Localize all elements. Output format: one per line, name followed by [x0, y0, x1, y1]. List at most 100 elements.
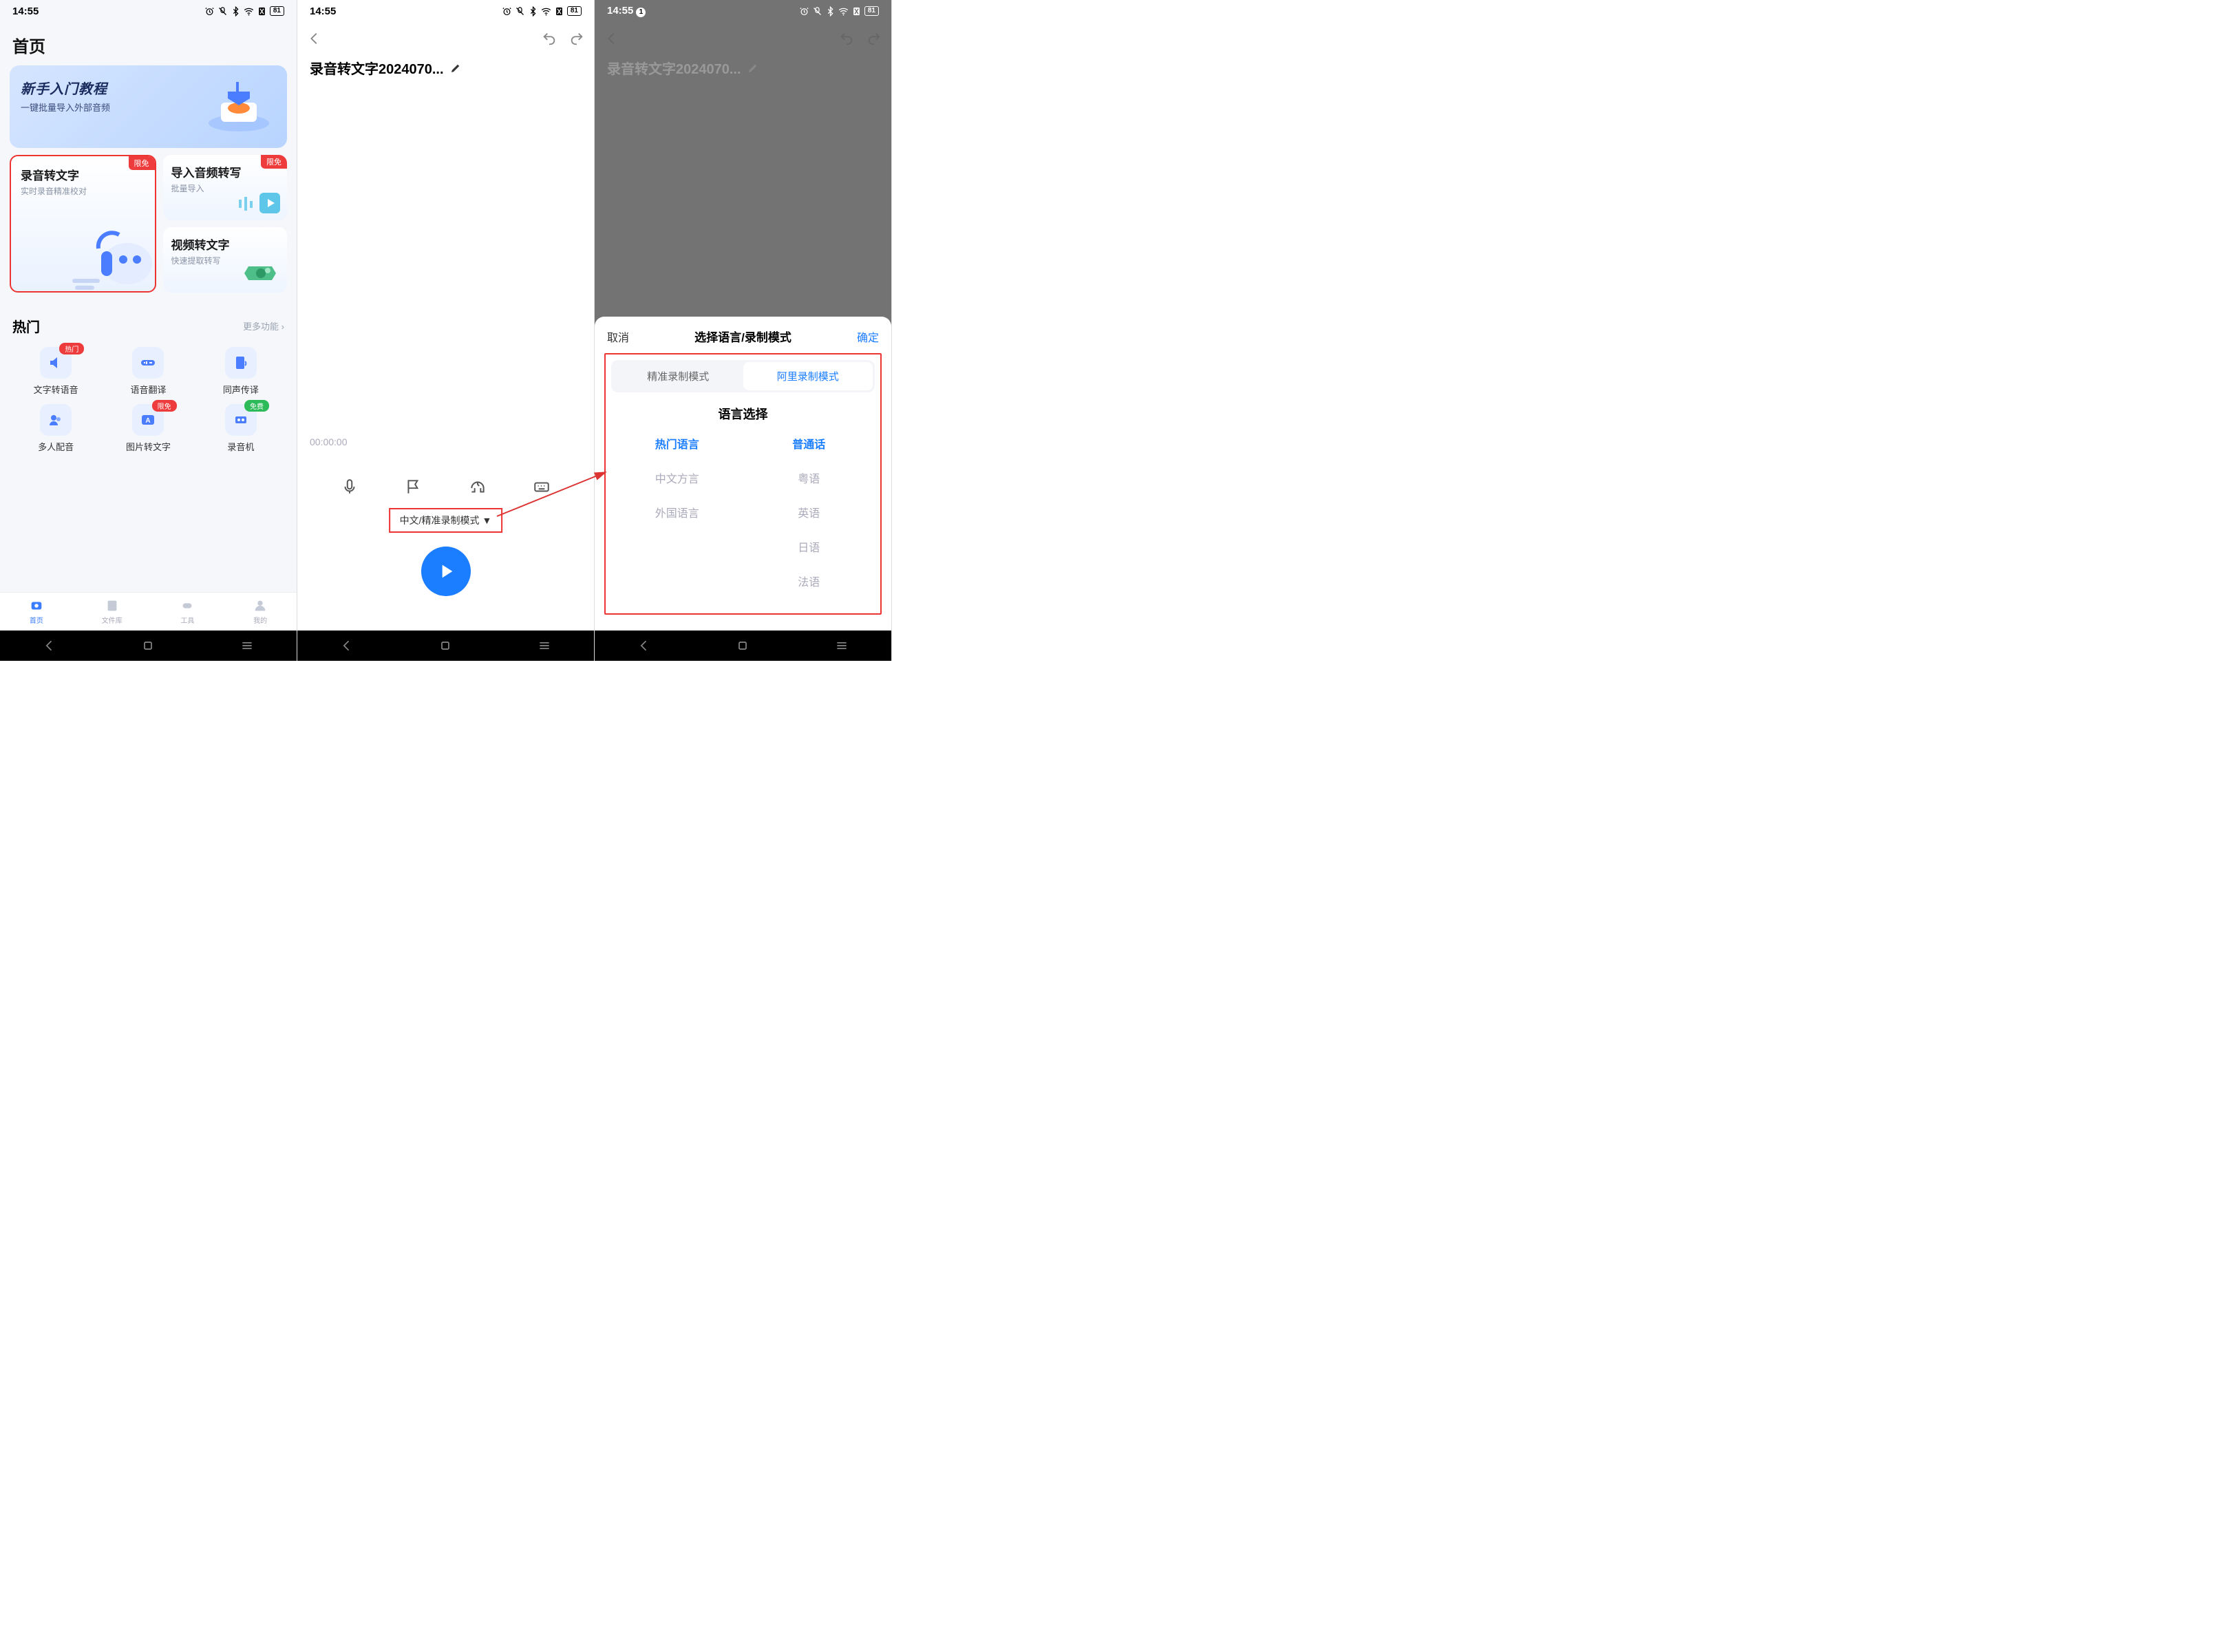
screen-home: 14:55 81 首页 新手入门教程 一键批量导入外部音频 限免 录音转文字 实… [0, 0, 297, 661]
sim-icon [554, 6, 564, 17]
home-nav-icon[interactable] [736, 639, 750, 653]
card-title: 视频转文字 [171, 235, 279, 253]
top-bar [297, 22, 594, 55]
edit-icon[interactable] [449, 62, 462, 74]
back-icon [604, 31, 619, 46]
back-nav-icon[interactable] [43, 639, 56, 653]
tool-label: 录音机 [227, 440, 254, 453]
android-nav-bar [0, 631, 297, 661]
bluetooth-icon [528, 6, 538, 17]
document-title: 录音转文字2024070... [310, 58, 444, 78]
bottom-sheet: 取消 选择语言/录制模式 确定 精准录制模式 阿里录制模式 语言选择 热门语言 … [595, 317, 891, 631]
mode-tab-precise[interactable]: 精准录制模式 [613, 362, 743, 390]
tool-label: 多人配音 [38, 440, 74, 453]
lang-option-french[interactable]: 法语 [798, 573, 820, 589]
tab-home[interactable]: 首页 [29, 598, 44, 625]
status-time: 14:551 [607, 5, 646, 17]
tool-recorder[interactable]: 免费 录音机 [195, 404, 287, 453]
mode-selector[interactable]: 中文/精准录制模式 ▼ [389, 508, 503, 533]
home-nav-icon[interactable] [438, 639, 452, 653]
screen-language-sheet: 14:551 81 录音转文字2024070... 取消 [595, 0, 892, 661]
robot-illustration [65, 215, 156, 293]
undo-icon [839, 31, 854, 46]
tab-label: 首页 [30, 615, 43, 625]
tab-label: 工具 [180, 615, 194, 625]
tool-badge: 免费 [244, 400, 269, 412]
tab-profile[interactable]: 我的 [253, 598, 268, 625]
recents-nav-icon[interactable] [538, 639, 551, 653]
redo-icon[interactable] [569, 31, 584, 46]
waveform-icon [132, 347, 164, 379]
keyboard-icon[interactable] [533, 478, 551, 496]
document-title-row: 录音转文字2024070... [297, 55, 594, 81]
status-bar: 14:55 81 [0, 0, 297, 22]
alarm-icon [204, 6, 215, 17]
home-icon [29, 598, 44, 613]
import-illustration [235, 183, 283, 218]
lang-option-cantonese[interactable]: 粤语 [798, 469, 820, 486]
confirm-button[interactable]: 确定 [857, 328, 879, 345]
lang-category-foreign[interactable]: 外国语言 [655, 504, 699, 520]
mic-icon[interactable] [341, 478, 359, 496]
document-title: 录音转文字2024070... [607, 58, 741, 78]
wifi-icon [838, 6, 849, 17]
language-list-column: 普通话 粤语 英语 日语 法语 [743, 435, 875, 589]
card-video-to-text[interactable]: 视频转文字 快速提取转写 [163, 227, 288, 293]
alarm-icon [502, 6, 512, 17]
edit-icon [747, 62, 759, 74]
card-import-audio[interactable]: 限免 导入音频转写 批量导入 [163, 155, 288, 220]
tools-grid: 热门 文字转语音 语音翻译 同声传译 多人配音 限免 A 图片转文字 免费 录音… [0, 341, 297, 458]
free-badge: 限免 [129, 156, 155, 170]
back-nav-icon[interactable] [340, 639, 354, 653]
record-button[interactable] [421, 547, 471, 596]
document-voice-icon [225, 347, 257, 379]
files-icon [105, 598, 120, 613]
people-icon [40, 404, 72, 436]
tab-tools[interactable]: 工具 [180, 598, 195, 625]
bottom-tab-bar: 首页 文件库 工具 我的 [0, 592, 297, 631]
back-icon[interactable] [307, 31, 322, 46]
headphones-icon[interactable] [469, 478, 487, 496]
lang-option-japanese[interactable]: 日语 [798, 538, 820, 555]
language-columns: 热门语言 中文方言 外国语言 普通话 粤语 英语 日语 法语 [611, 435, 875, 589]
status-time: 14:55 [12, 6, 39, 17]
more-link[interactable]: 更多功能 › [243, 319, 284, 332]
tool-image-to-text[interactable]: 限免 A 图片转文字 [102, 404, 194, 453]
tool-badge: 热门 [59, 343, 84, 354]
tool-simultaneous-interpret[interactable]: 同声传译 [195, 347, 287, 396]
redo-icon [867, 31, 882, 46]
android-nav-bar [595, 631, 891, 661]
tool-label: 文字转语音 [34, 383, 78, 396]
tool-multi-voice[interactable]: 多人配音 [10, 404, 102, 453]
tab-label: 我的 [253, 615, 267, 625]
lang-option-mandarin[interactable]: 普通话 [792, 435, 825, 452]
lang-category-dialect[interactable]: 中文方言 [655, 469, 699, 486]
cancel-button[interactable]: 取消 [607, 328, 629, 345]
alarm-icon [799, 6, 809, 17]
flag-icon[interactable] [405, 478, 423, 496]
status-icons: 81 [204, 6, 284, 17]
video-illustration [235, 255, 283, 290]
wifi-icon [244, 6, 254, 17]
recents-nav-icon[interactable] [835, 639, 849, 653]
sheet-title: 选择语言/录制模式 [694, 328, 791, 345]
profile-icon [253, 598, 268, 613]
play-icon [435, 560, 457, 582]
undo-icon[interactable] [542, 31, 557, 46]
back-nav-icon[interactable] [637, 639, 651, 653]
bluetooth-icon [231, 6, 241, 17]
mode-tab-ali[interactable]: 阿里录制模式 [743, 362, 873, 390]
lang-option-english[interactable]: 英语 [798, 504, 820, 520]
home-nav-icon[interactable] [141, 639, 155, 653]
recents-nav-icon[interactable] [240, 639, 254, 653]
tab-files[interactable]: 文件库 [102, 598, 123, 625]
lang-category-popular[interactable]: 热门语言 [655, 435, 699, 452]
tool-voice-translate[interactable]: 语音翻译 [102, 347, 194, 396]
card-record-to-text[interactable]: 限免 录音转文字 实时录音精准校对 [10, 155, 156, 293]
sheet-body: 精准录制模式 阿里录制模式 语言选择 热门语言 中文方言 外国语言 普通话 粤语… [604, 353, 882, 615]
battery-indicator: 81 [270, 6, 284, 16]
mute-icon [812, 6, 822, 17]
tool-text-to-speech[interactable]: 热门 文字转语音 [10, 347, 102, 396]
tutorial-banner[interactable]: 新手入门教程 一键批量导入外部音频 [10, 65, 287, 148]
notification-count: 1 [636, 8, 646, 17]
